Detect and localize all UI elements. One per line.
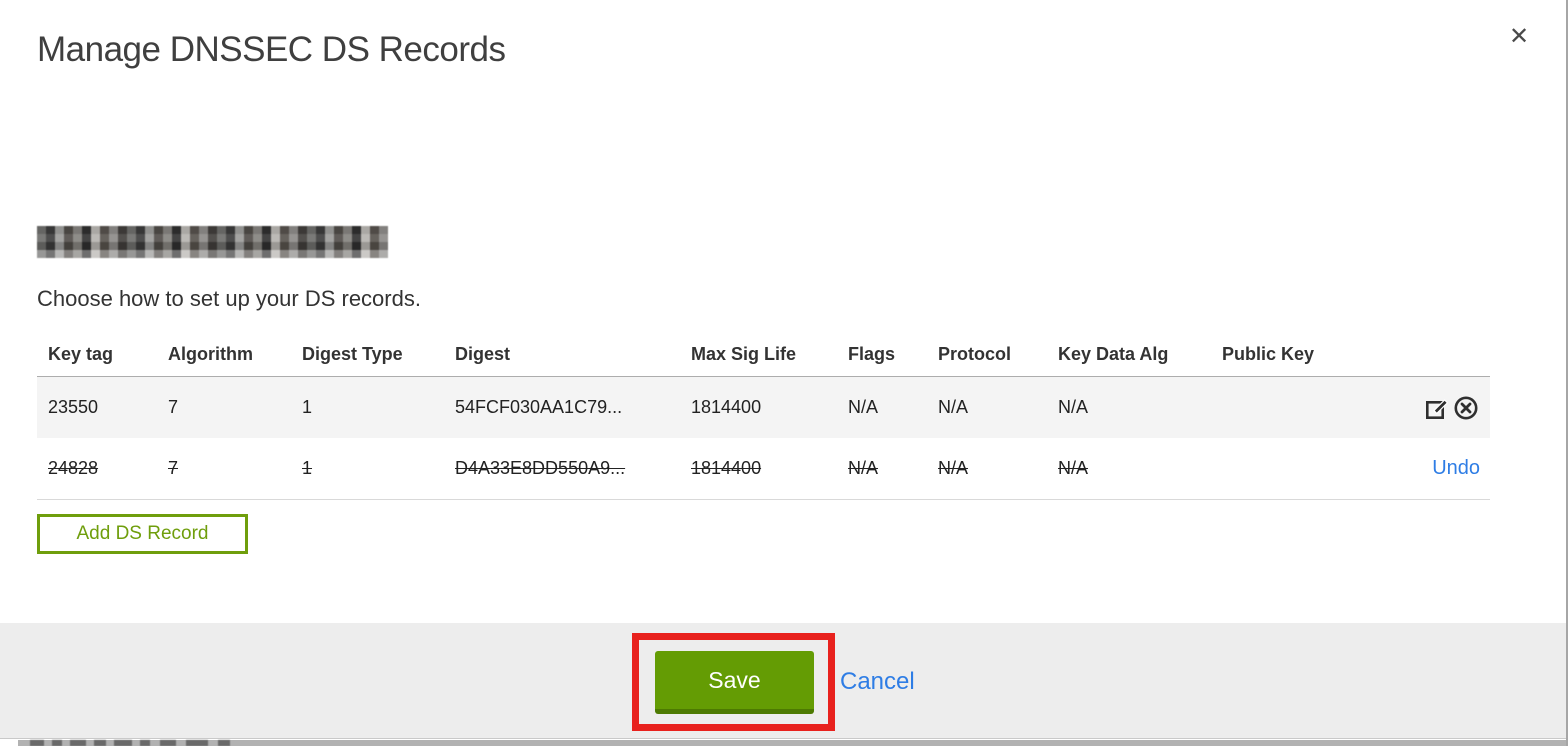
undo-link[interactable]: Undo <box>1432 457 1480 480</box>
delete-record-button[interactable] <box>1451 393 1480 422</box>
cell-max-sig-life: 1814400 <box>691 397 762 417</box>
add-ds-record-button[interactable]: Add DS Record <box>37 514 248 554</box>
dnssec-dialog: Manage DNSSEC DS Records ✕ Choose how to… <box>0 0 1568 746</box>
cell-protocol: N/A <box>938 397 969 417</box>
column-header-flags: Flags <box>848 343 896 364</box>
row-actions: Undo <box>1351 457 1490 480</box>
column-header-algorithm: Algorithm <box>168 343 253 364</box>
column-header-key-tag: Key tag <box>48 343 114 364</box>
cell-key-tag: 24828 <box>48 458 99 478</box>
column-header-public-key: Public Key <box>1222 343 1315 364</box>
cell-protocol: N/A <box>938 458 969 478</box>
delete-icon <box>1454 396 1477 419</box>
page-behind-modal-strip <box>0 739 1568 746</box>
cell-flags: N/A <box>848 397 879 417</box>
row-actions <box>1351 393 1490 422</box>
cell-max-sig-life: 1814400 <box>691 458 762 478</box>
close-button[interactable]: ✕ <box>1502 20 1536 54</box>
cell-algorithm: 7 <box>168 458 179 478</box>
cell-key-data-alg: N/A <box>1058 397 1089 417</box>
cell-key-data-alg: N/A <box>1058 458 1089 478</box>
add-ds-record-label: Add DS Record <box>76 523 209 544</box>
column-header-max-sig-life: Max Sig Life <box>691 343 797 364</box>
column-header-key-data-alg: Key Data Alg <box>1058 343 1169 364</box>
ds-records-table: Key tag Algorithm Digest Type Digest Max… <box>37 332 1490 500</box>
redacted-domain-name <box>37 226 388 258</box>
edit-icon <box>1425 398 1448 419</box>
cell-digest-type: 1 <box>302 458 313 478</box>
page-title: Manage DNSSEC DS Records <box>37 30 506 69</box>
table-row: 23550 7 1 54FCF030AA1C79... 1814400 N/A … <box>37 376 1490 438</box>
column-header-digest: Digest <box>455 343 511 364</box>
background-page-edge <box>18 740 1566 746</box>
cell-digest: D4A33E8DD550A9... <box>455 458 626 478</box>
save-button-label: Save <box>708 666 761 693</box>
save-button[interactable]: Save <box>655 651 814 714</box>
close-icon: ✕ <box>1508 23 1530 50</box>
cell-algorithm: 7 <box>168 397 179 417</box>
table-row-deleted: 24828 7 1 D4A33E8DD550A9... 1814400 N/A … <box>37 438 1490 500</box>
instruction-text: Choose how to set up your DS records. <box>37 286 421 311</box>
column-header-protocol: Protocol <box>938 343 1012 364</box>
dialog-footer: Save Cancel <box>0 623 1568 739</box>
table-header-row: Key tag Algorithm Digest Type Digest Max… <box>37 332 1490 376</box>
edit-record-button[interactable] <box>1421 393 1450 422</box>
cell-key-tag: 23550 <box>48 397 99 417</box>
cancel-link[interactable]: Cancel <box>840 668 915 696</box>
column-header-digest-type: Digest Type <box>302 343 403 364</box>
cell-flags: N/A <box>848 458 879 478</box>
cell-digest-type: 1 <box>302 397 313 417</box>
cell-digest: 54FCF030AA1C79... <box>455 397 623 417</box>
